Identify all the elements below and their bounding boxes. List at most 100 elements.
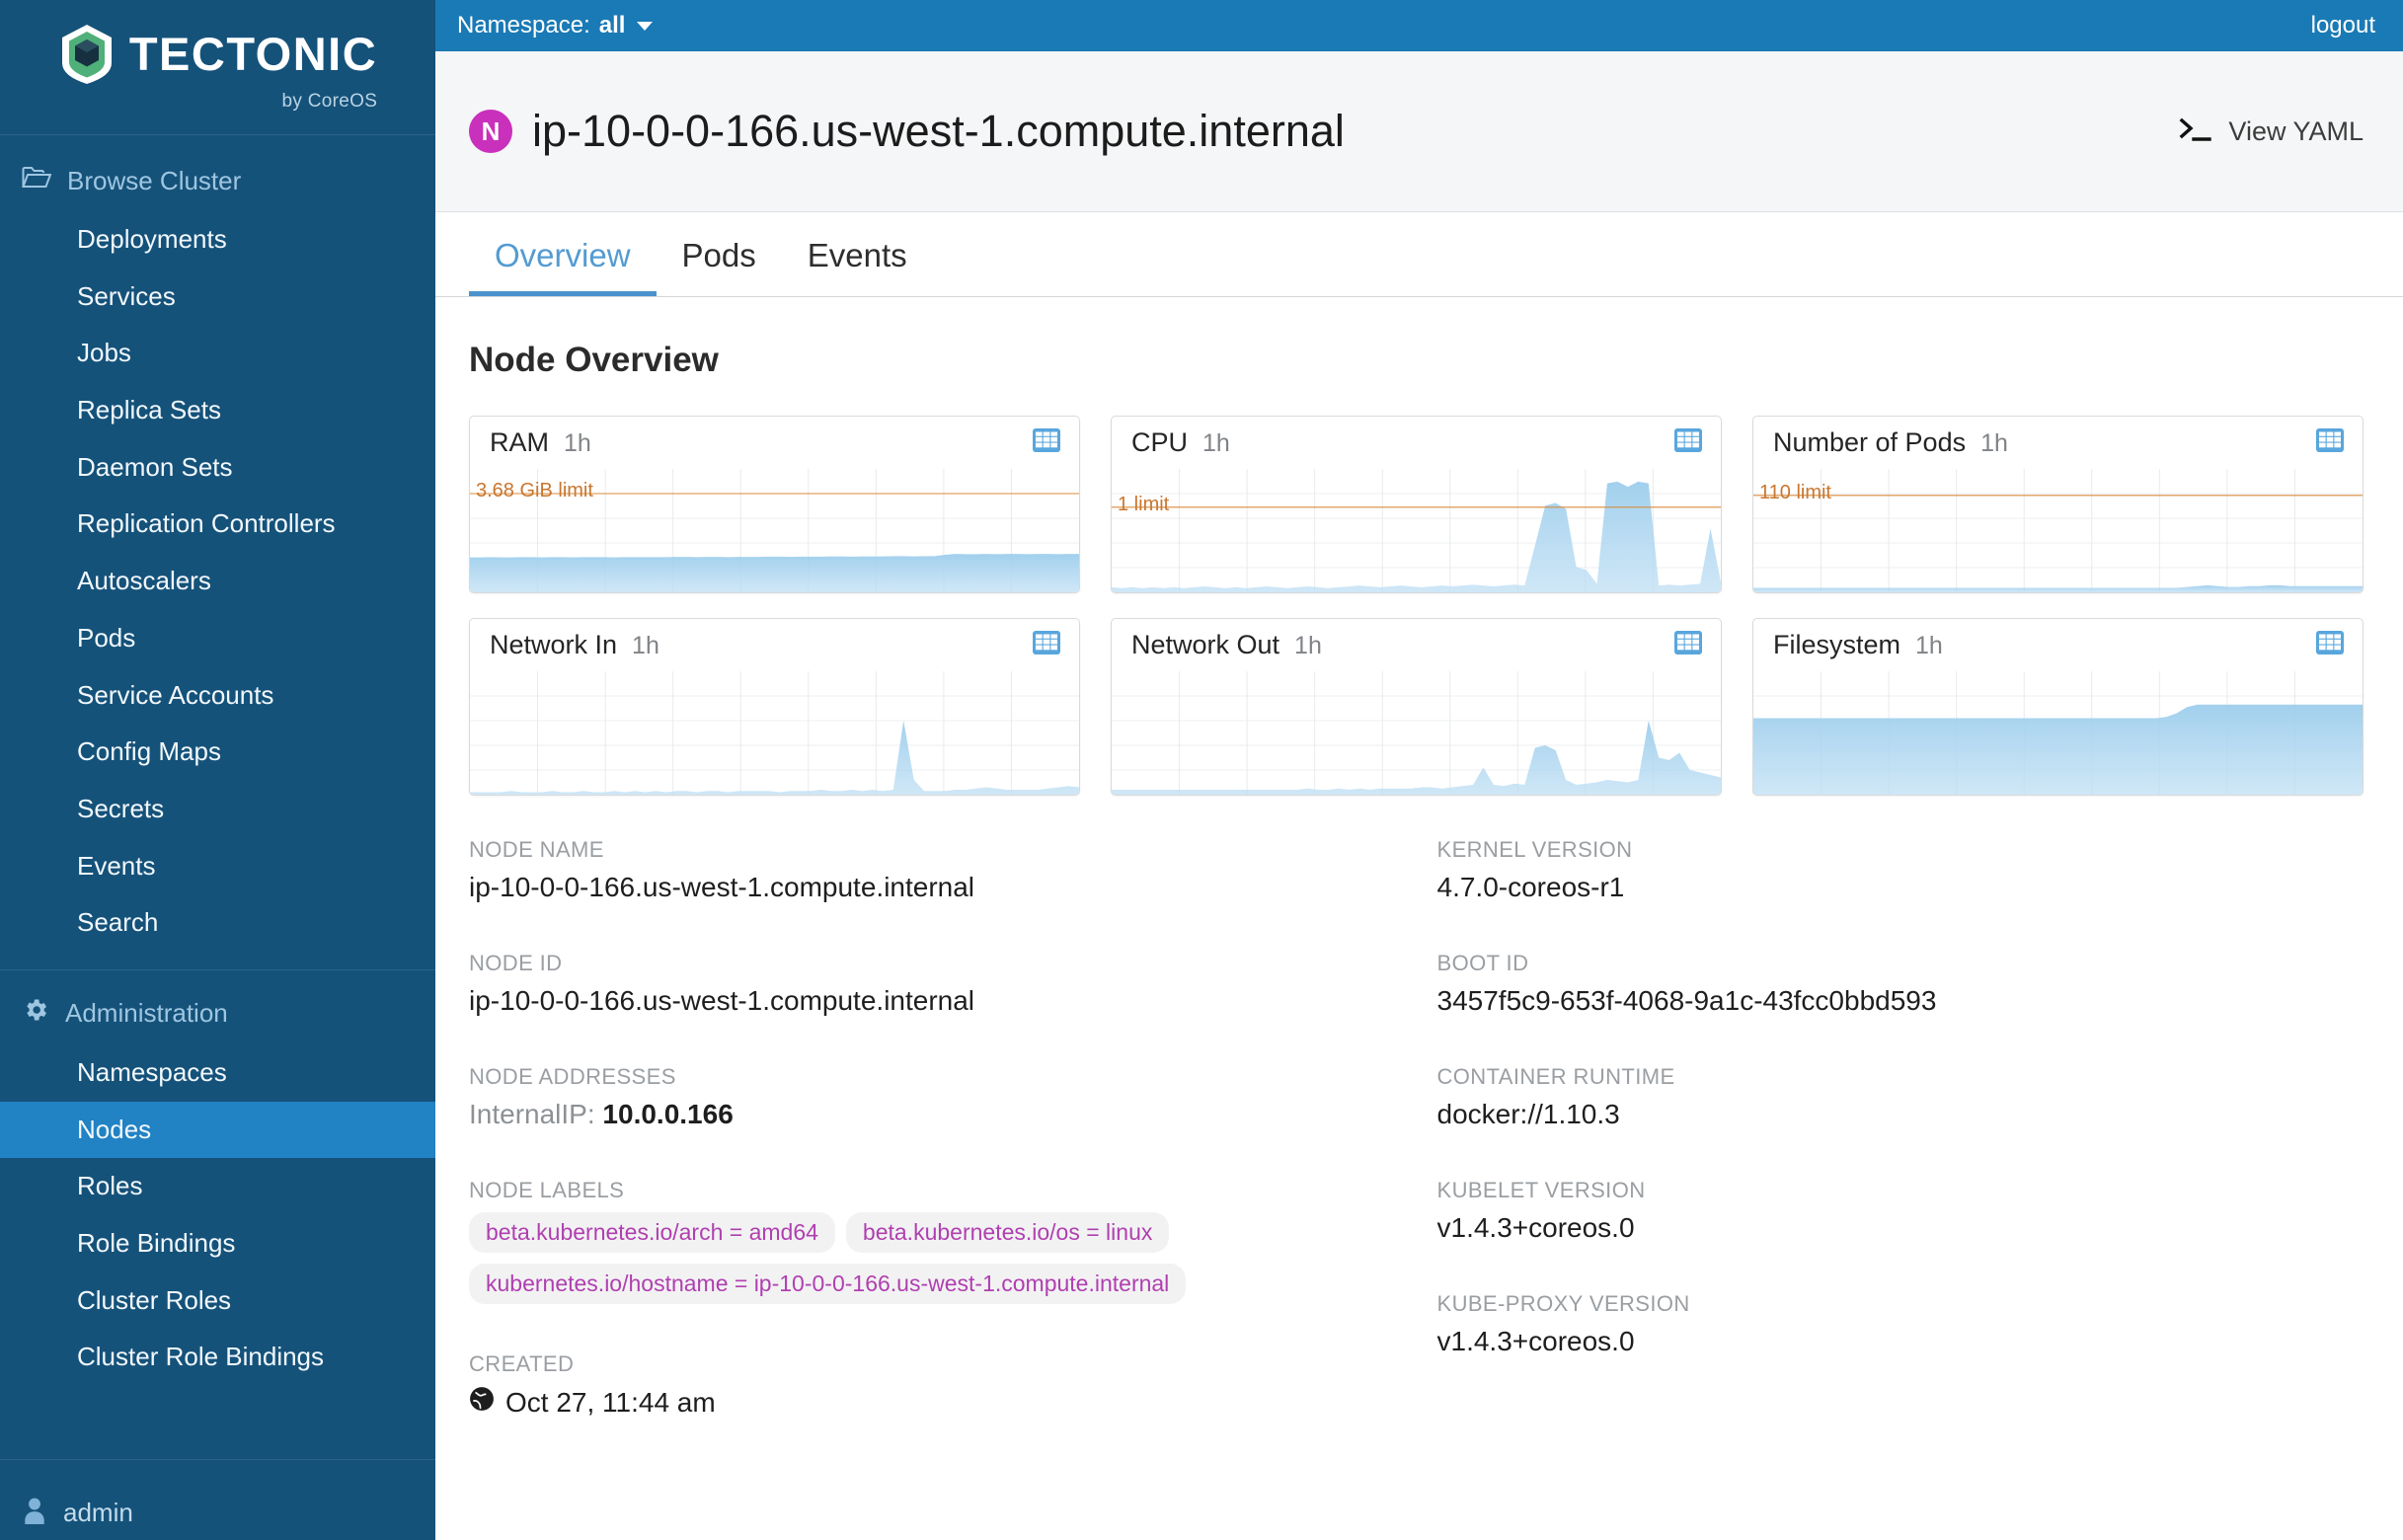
detail-node-labels: NODE LABELS beta.kubernetes.io/arch = am… [469, 1178, 1396, 1304]
metric-card-filesystem[interactable]: Filesystem 1h [1752, 618, 2364, 796]
detail-kube-proxy-version: KUBE-PROXY VERSION v1.4.3+coreos.0 [1437, 1291, 2364, 1357]
chart-header: CPU 1h [1112, 417, 1721, 469]
sidebar-item-cluster-roles[interactable]: Cluster Roles [0, 1272, 435, 1330]
chart-title: Filesystem [1773, 630, 1900, 660]
sidebar-item-namespaces[interactable]: Namespaces [0, 1044, 435, 1102]
created-timestamp: Oct 27, 11:44 am [505, 1387, 716, 1419]
metrics-row-2: Network In 1h [469, 618, 2364, 796]
namespace-selector[interactable]: Namespace: all [457, 12, 653, 39]
overview-content: Node Overview RAM 1h [435, 297, 2403, 1540]
tab-pods[interactable]: Pods [657, 237, 782, 296]
table-grid-icon[interactable] [2315, 427, 2345, 458]
table-grid-icon[interactable] [2315, 630, 2345, 660]
sidebar-item-search[interactable]: Search [0, 894, 435, 952]
detail-value: docker://1.10.3 [1437, 1099, 2364, 1130]
chart-title: RAM [490, 427, 549, 458]
brand-logo[interactable]: TECTONIC by CoreOS [0, 0, 435, 135]
chart-title: CPU [1131, 427, 1188, 458]
view-yaml-button[interactable]: View YAML [2179, 116, 2364, 148]
detail-label: NODE ID [469, 951, 1396, 976]
sidebar-section-browse-cluster[interactable]: Browse Cluster [0, 151, 435, 211]
chart-timespan: 1h [1915, 632, 1943, 660]
namespace-label: Namespace: [457, 12, 590, 39]
sidebar-item-services[interactable]: Services [0, 269, 435, 326]
label-chip[interactable]: beta.kubernetes.io/os = linux [846, 1212, 1169, 1253]
brand-tagline: by CoreOS [282, 91, 378, 113]
sidebar-item-role-bindings[interactable]: Role Bindings [0, 1215, 435, 1272]
detail-label: NODE NAME [469, 837, 1396, 863]
sidebar-item-nodes[interactable]: Nodes [0, 1102, 435, 1159]
label-chip[interactable]: kubernetes.io/hostname = ip-10-0-0-166.u… [469, 1264, 1186, 1304]
sidebar-item-config-maps[interactable]: Config Maps [0, 724, 435, 781]
chart-timespan: 1h [1980, 429, 2008, 458]
sidebar-item-deployments[interactable]: Deployments [0, 211, 435, 269]
chevron-down-icon [637, 22, 653, 31]
detail-value: Oct 27, 11:44 am [469, 1386, 1396, 1419]
detail-container-runtime: CONTAINER RUNTIME docker://1.10.3 [1437, 1064, 2364, 1130]
main-area: Namespace: all logout N ip-10-0-0-166.us… [435, 0, 2403, 1540]
metric-card-network-out[interactable]: Network Out 1h [1111, 618, 1722, 796]
node-details: NODE NAME ip-10-0-0-166.us-west-1.comput… [469, 837, 2364, 1466]
address-value: 10.0.0.166 [602, 1099, 733, 1129]
table-grid-icon[interactable] [1673, 630, 1703, 660]
chart-title: Number of Pods [1773, 427, 1966, 458]
sidebar-item-secrets[interactable]: Secrets [0, 781, 435, 838]
chart-timespan: 1h [1294, 632, 1322, 660]
detail-value: 4.7.0-coreos-r1 [1437, 872, 2364, 903]
user-icon [22, 1497, 47, 1529]
detail-label: CREATED [469, 1351, 1396, 1377]
metric-card-ram[interactable]: RAM 1h 3.68 GiB limit [469, 416, 1080, 593]
app-root: TECTONIC by CoreOS Browse Cluster Deploy… [0, 0, 2403, 1540]
chart-plot [1753, 671, 2363, 795]
sidebar-item-replication-controllers[interactable]: Replication Controllers [0, 496, 435, 553]
sidebar-item-jobs[interactable]: Jobs [0, 325, 435, 382]
table-grid-icon[interactable] [1673, 427, 1703, 458]
sidebar-user[interactable]: admin [0, 1459, 435, 1540]
namespace-value: all [599, 12, 626, 39]
chart-limit-label: 1 limit [1118, 494, 1169, 516]
sidebar-item-cluster-role-bindings[interactable]: Cluster Role Bindings [0, 1329, 435, 1386]
chart-header: Network In 1h [470, 619, 1079, 671]
label-chip[interactable]: beta.kubernetes.io/arch = amd64 [469, 1212, 835, 1253]
sidebar-user-name: admin [63, 1498, 133, 1528]
metric-card-network-in[interactable]: Network In 1h [469, 618, 1080, 796]
tab-overview[interactable]: Overview [469, 237, 657, 296]
detail-kubelet-version: KUBELET VERSION v1.4.3+coreos.0 [1437, 1178, 2364, 1244]
chart-plot: 3.68 GiB limit [470, 469, 1079, 592]
page-header: N ip-10-0-0-166.us-west-1.compute.intern… [435, 51, 2403, 212]
chart-timespan: 1h [564, 429, 591, 458]
gear-icon [22, 996, 49, 1031]
sidebar-section-administration[interactable]: Administration [0, 970, 435, 1044]
table-grid-icon[interactable] [1032, 630, 1061, 660]
detail-boot-id: BOOT ID 3457f5c9-653f-4068-9a1c-43fcc0bb… [1437, 951, 2364, 1017]
logout-button[interactable]: logout [2311, 12, 2375, 39]
brand-name: TECTONIC [129, 31, 377, 77]
sidebar-item-events[interactable]: Events [0, 838, 435, 895]
metric-card-cpu[interactable]: CPU 1h 1 limit [1111, 416, 1722, 593]
detail-label: NODE LABELS [469, 1178, 1396, 1203]
chart-title: Network Out [1131, 630, 1279, 660]
address-key: InternalIP: [469, 1099, 595, 1129]
detail-label: BOOT ID [1437, 951, 2364, 976]
detail-node-id: NODE ID ip-10-0-0-166.us-west-1.compute.… [469, 951, 1396, 1017]
sidebar-item-autoscalers[interactable]: Autoscalers [0, 553, 435, 610]
sidebar-nav: Browse Cluster Deployments Services Jobs… [0, 135, 435, 1459]
tab-events[interactable]: Events [782, 237, 933, 296]
metric-card-number-of-pods[interactable]: Number of Pods 1h 110 limit [1752, 416, 2364, 593]
chart-limit-label: 110 limit [1759, 482, 1831, 504]
chart-plot [1112, 671, 1721, 795]
chart-header: Network Out 1h [1112, 619, 1721, 671]
details-column-right: KERNEL VERSION 4.7.0-coreos-r1 BOOT ID 3… [1396, 837, 2364, 1466]
sidebar-item-daemon-sets[interactable]: Daemon Sets [0, 439, 435, 497]
chart-timespan: 1h [632, 632, 659, 660]
chart-timespan: 1h [1202, 429, 1230, 458]
sidebar-item-service-accounts[interactable]: Service Accounts [0, 667, 435, 725]
sidebar-item-replica-sets[interactable]: Replica Sets [0, 382, 435, 439]
table-grid-icon[interactable] [1032, 427, 1061, 458]
tab-bar: Overview Pods Events [435, 212, 2403, 297]
chart-plot [470, 671, 1079, 795]
detail-value: InternalIP: 10.0.0.166 [469, 1099, 1396, 1130]
sidebar-item-roles[interactable]: Roles [0, 1158, 435, 1215]
folder-open-icon [22, 165, 51, 197]
sidebar-item-pods[interactable]: Pods [0, 610, 435, 667]
